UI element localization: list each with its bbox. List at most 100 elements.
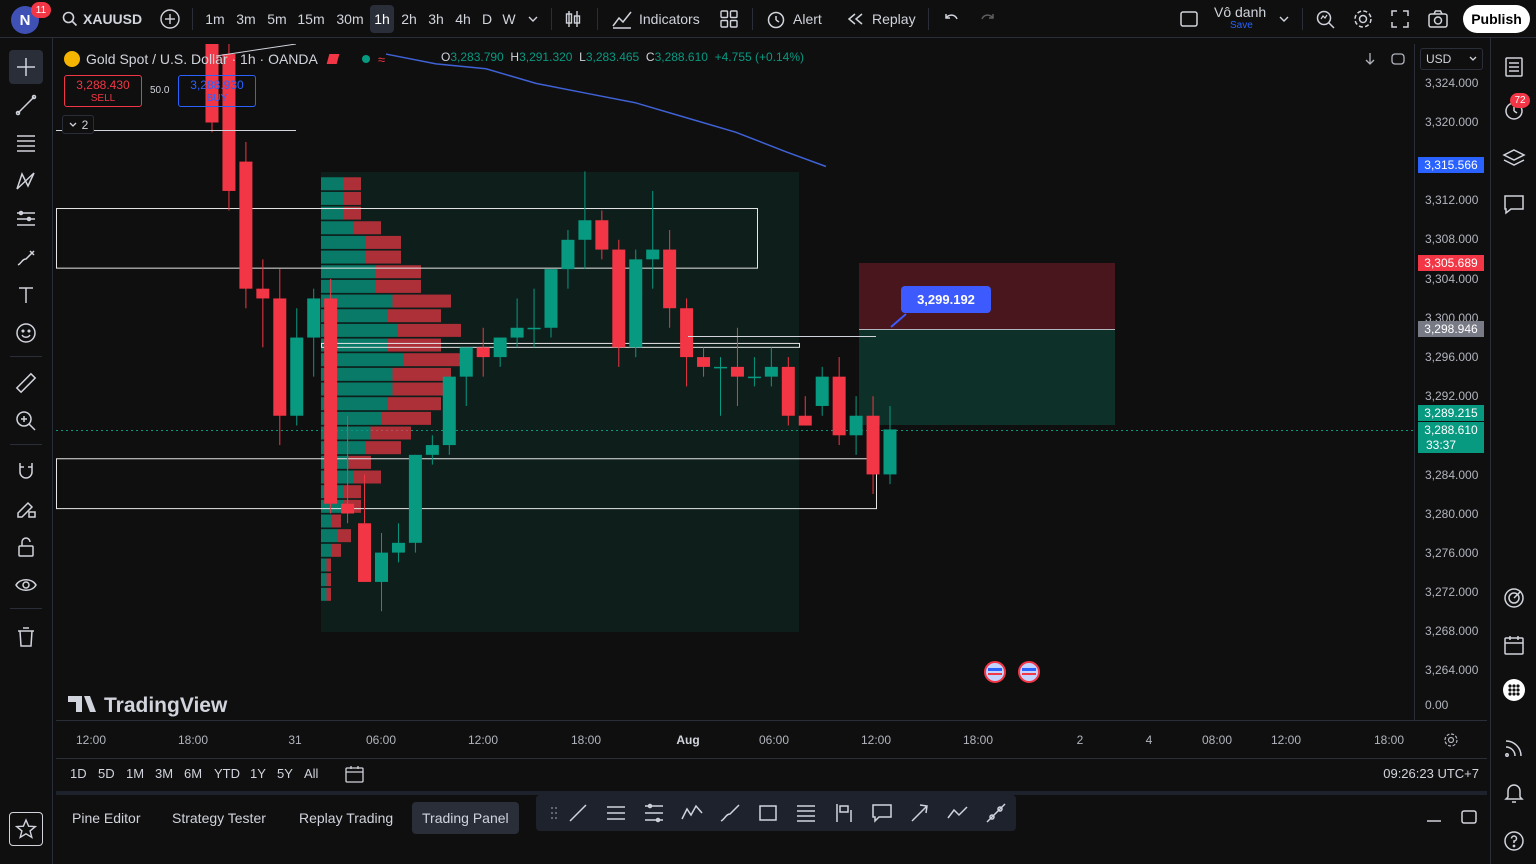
trend-line-button[interactable]: [566, 801, 590, 825]
drawing-mode-tool[interactable]: [9, 492, 43, 526]
replay-button[interactable]: Replay: [846, 0, 916, 38]
tab-pine-editor[interactable]: Pine Editor: [62, 802, 150, 834]
symbol-search[interactable]: XAUUSD: [62, 0, 142, 38]
snapshot-button[interactable]: [1427, 0, 1449, 38]
reset-chart-button[interactable]: [1389, 50, 1407, 68]
callout-button[interactable]: [870, 801, 894, 825]
timeframe-D[interactable]: D: [478, 5, 496, 33]
candle[interactable]: [239, 142, 253, 309]
range-All[interactable]: All: [304, 766, 318, 781]
alert-button[interactable]: Alert: [765, 0, 822, 38]
us-event-flag[interactable]: [984, 661, 1006, 683]
magnet-tool[interactable]: [9, 454, 43, 488]
favorites-button[interactable]: [9, 812, 43, 846]
candle[interactable]: [408, 454, 422, 553]
price-chart[interactable]: TradingView: [56, 44, 1487, 720]
object-tree-button[interactable]: [1499, 143, 1529, 173]
candle[interactable]: [273, 269, 287, 446]
range-5D[interactable]: 5D: [98, 766, 115, 781]
redo-button[interactable]: [978, 0, 998, 38]
brush-tool[interactable]: [9, 240, 43, 274]
remove-drawings-tool[interactable]: [9, 620, 43, 654]
price-callout[interactable]: 3,299.192: [901, 286, 991, 313]
range-6M[interactable]: 6M: [184, 766, 202, 781]
help-button[interactable]: [1499, 826, 1529, 856]
fib-tool[interactable]: [9, 126, 43, 160]
long-position-button[interactable]: [832, 801, 856, 825]
buy-button[interactable]: 3,288.930 BUY: [178, 75, 256, 107]
candle[interactable]: [832, 357, 846, 446]
tab-replay-trading[interactable]: Replay Trading: [289, 802, 403, 834]
pattern-tool[interactable]: [9, 164, 43, 198]
candle[interactable]: [629, 249, 643, 358]
trading-button[interactable]: [1499, 583, 1529, 613]
layouts-button[interactable]: [719, 0, 739, 38]
timeframe-30m[interactable]: 30m: [333, 5, 367, 33]
timeframe-15m[interactable]: 15m: [295, 5, 327, 33]
range-5Y[interactable]: 5Y: [277, 766, 293, 781]
arrow-button[interactable]: [908, 801, 932, 825]
minimize-panel-button[interactable]: [1424, 807, 1444, 832]
us-event-flag[interactable]: [1018, 661, 1040, 683]
visibility-tool[interactable]: [9, 568, 43, 602]
candle[interactable]: [798, 396, 812, 426]
timeframe-dropdown[interactable]: [524, 5, 542, 33]
layout-menu[interactable]: [1278, 0, 1290, 38]
scale-settings-button[interactable]: [1443, 732, 1459, 753]
price-scale[interactable]: 3,324.000 3,320.000 3,312.000 3,308.000 …: [1414, 44, 1487, 720]
chats-button[interactable]: [1499, 189, 1529, 219]
tab-strategy-tester[interactable]: Strategy Tester: [162, 802, 276, 834]
timezone-clock[interactable]: 09:26:23 UTC+7: [1383, 766, 1479, 781]
range-1Y[interactable]: 1Y: [250, 766, 266, 781]
maximize-panel-button[interactable]: [1459, 807, 1479, 832]
range-1D[interactable]: 1D: [70, 766, 87, 781]
undo-button[interactable]: [941, 0, 961, 38]
timeframe-5m[interactable]: 5m: [263, 5, 291, 33]
notifications-button[interactable]: [1499, 778, 1529, 808]
layout-toggle[interactable]: [1179, 0, 1199, 38]
fullscreen-button[interactable]: [1390, 0, 1410, 38]
publish-button[interactable]: Publish: [1463, 5, 1530, 33]
layout-name[interactable]: Vô danh Save: [1214, 0, 1266, 38]
settings-button[interactable]: [1352, 0, 1374, 38]
indicators-collapse[interactable]: 2: [62, 115, 94, 134]
symbol-legend[interactable]: Gold Spot / U.S. Dollar · 1h · OANDA ≈: [64, 48, 385, 70]
tab-trading-panel[interactable]: Trading Panel: [412, 802, 519, 834]
chart-type-button[interactable]: [563, 0, 583, 38]
trend-line-tool[interactable]: [9, 88, 43, 122]
range-1M[interactable]: 1M: [126, 766, 144, 781]
calendar-button[interactable]: [1499, 630, 1529, 660]
path-button[interactable]: [946, 801, 970, 825]
timeframe-1m[interactable]: 1m: [201, 5, 229, 33]
candle[interactable]: [544, 269, 558, 338]
timeframe-1h[interactable]: 1h: [370, 5, 394, 33]
drag-handle[interactable]: [542, 801, 557, 825]
rectangle-button[interactable]: [756, 801, 780, 825]
text-tool[interactable]: [9, 278, 43, 312]
chart-pane[interactable]: TradingView 3,299.192: [56, 44, 1487, 720]
emoji-tool[interactable]: [9, 316, 43, 350]
watchlist-button[interactable]: [1499, 52, 1529, 82]
brush-button[interactable]: [718, 801, 742, 825]
fib-retracement-button[interactable]: [794, 801, 818, 825]
range-3M[interactable]: 3M: [155, 766, 173, 781]
indicators-button[interactable]: Indicators: [611, 0, 700, 38]
zoom-tool[interactable]: [9, 404, 43, 438]
apps-button[interactable]: [1499, 675, 1529, 705]
timeframe-2h[interactable]: 2h: [397, 5, 421, 33]
candle[interactable]: [290, 308, 304, 426]
candle[interactable]: [324, 278, 338, 514]
candle[interactable]: [256, 259, 270, 348]
timeframe-3m[interactable]: 3m: [232, 5, 260, 33]
candle[interactable]: [781, 357, 795, 426]
candle[interactable]: [442, 376, 456, 455]
forecast-tool[interactable]: [9, 202, 43, 236]
goto-date-button[interactable]: [344, 764, 366, 789]
ray-button[interactable]: [984, 801, 1008, 825]
candle[interactable]: [307, 288, 321, 377]
ma-line[interactable]: [385, 53, 827, 168]
sell-button[interactable]: 3,288.430 SELL: [64, 75, 142, 107]
fib-button[interactable]: [604, 801, 628, 825]
measure-tool[interactable]: [9, 366, 43, 400]
timeframe-W[interactable]: W: [499, 5, 519, 33]
